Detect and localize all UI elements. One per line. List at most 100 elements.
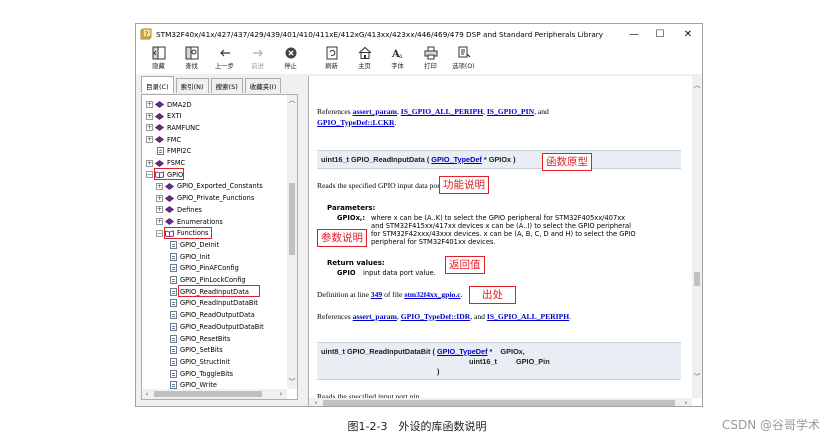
link-gpio-typedef[interactable]: GPIO_TypeDef [437,347,488,356]
tree-item-gpio-deinit[interactable]: GPIO_DeInit [170,239,219,250]
tree-item-gpio-write[interactable]: GPIO_Write [170,380,217,391]
tree-item-label: EXTI [167,112,182,121]
tab-contents[interactable]: 目录(C) [141,76,174,93]
tree-item-gpio-private-functions[interactable]: + GPIO_Private_Functions [156,193,254,204]
link-source-file[interactable]: stm32f4xx_gpio.c [404,290,460,299]
collapse-icon[interactable]: − [156,229,163,237]
expand-icon[interactable]: + [156,206,163,214]
scroll-left-arrow-icon[interactable]: ‹ [311,398,321,406]
hide-button[interactable]: 隐藏 [142,44,175,72]
scroll-thumb[interactable] [154,391,262,397]
expand-icon[interactable]: + [156,218,163,225]
scroll-thumb[interactable] [694,272,700,286]
close-button[interactable]: ✕ [674,24,702,44]
scroll-left-arrow-icon[interactable]: ‹ [142,389,152,399]
minimize-button[interactable]: — [620,24,648,44]
title-bar: ? STM32F40x/41x/427/437/429/439/401/410/… [136,24,702,44]
link-gpio-typedef-lckr[interactable]: GPIO_TypeDef::LCKR [317,118,394,127]
figure-caption: 图1-2-3 外设的库函数说明 [347,420,487,433]
scroll-down-arrow-icon[interactable]: ﹀ [287,377,297,387]
stop-button[interactable]: 停止 [274,44,307,72]
expand-icon[interactable]: + [156,194,163,202]
tree-item-gpio-setbits[interactable]: GPIO_SetBits [170,345,223,356]
period: . [569,312,572,321]
link-assert-param[interactable]: assert_param [353,107,397,116]
scroll-thumb[interactable] [289,183,295,255]
expand-icon[interactable]: + [146,124,153,132]
definition-mid: of file [382,290,405,299]
scroll-down-arrow-icon[interactable]: ﹀ [692,372,702,382]
tree-vertical-scrollbar[interactable]: ︿ ﹀ [287,95,297,389]
contents-tree: ︿ ﹀ ‹ › + DMA2D + EXTI + RAMFUNC + FMC FMPI2C + FS… [141,94,298,400]
tree-item-defines[interactable]: + Defines [156,204,202,215]
content-horizontal-scrollbar[interactable]: ‹ › [309,398,692,406]
link-gpio-typedef-idr[interactable]: GPIO_TypeDef::IDR [401,312,470,321]
maximize-button[interactable]: ☐ [646,24,674,44]
tree-item-label: GPIO_DeInit [180,240,220,249]
tree-item-exti[interactable]: + EXTI [146,111,182,122]
tree-item-label: FMPI2C [167,147,192,156]
book-icon [155,112,164,120]
refresh-icon [326,46,337,60]
scroll-up-arrow-icon[interactable]: ︿ [692,80,702,90]
tree-item-dma2d[interactable]: + DMA2D [146,99,192,110]
forward-button[interactable]: 前进 [241,44,274,72]
scroll-thumb[interactable] [323,400,675,406]
tree-item-gpio-readoutputdata[interactable]: GPIO_ReadOutputData [170,310,255,321]
annotation-parameters: 参数说明 [317,229,367,247]
tree-item-enumerations[interactable]: + Enumerations [156,216,223,227]
home-button[interactable]: 主页 [348,44,381,72]
print-button[interactable]: 打印 [414,44,447,72]
tree-item-gpio-exported-constants[interactable]: + GPIO_Exported_Constants [156,181,263,192]
topic-page-icon [170,381,177,390]
parameter-line-3: for STM32F42xxx/43xxx devices. x can be … [371,230,636,238]
tree-item-fmpi2c[interactable]: FMPI2C [146,146,191,157]
tab-favorites[interactable]: 收藏夹(I) [244,78,282,93]
tree-item-gpio-pinafconfig[interactable]: GPIO_PinAFConfig [170,263,239,274]
tree-item-gpio-togglebits[interactable]: GPIO_ToggleBits [170,368,233,379]
tree-item-ramfunc[interactable]: + RAMFUNC [146,122,200,133]
link-line-number[interactable]: 349 [371,290,382,299]
tab-index[interactable]: 索引(N) [175,78,209,93]
annotation-prototype: 函数原型 [542,153,592,171]
back-button[interactable]: 上一步 [208,44,241,72]
tree-item-gpio-init[interactable]: GPIO_Init [170,251,210,262]
refresh-button[interactable]: 刷新 [315,44,348,72]
tree-item-fmc[interactable]: + FMC [146,134,181,145]
topic-page-icon [170,357,177,366]
collapse-icon[interactable]: − [146,171,153,179]
options-button[interactable]: 选项(O) [447,44,480,72]
tab-search[interactable]: 搜索(S) [210,78,243,93]
scroll-right-arrow-icon[interactable]: › [276,389,286,399]
expand-icon[interactable]: + [146,136,153,144]
scroll-up-arrow-icon[interactable]: ︿ [287,95,297,105]
tree-item-functions[interactable]: − Functions [156,228,208,239]
tree-item-gpio-resetbits[interactable]: GPIO_ResetBits [170,333,230,344]
tree-item-gpio-structinit[interactable]: GPIO_StructInit [170,356,230,367]
font-button[interactable]: Aa 字体 [381,44,414,72]
tree-item-gpio-pinlockconfig[interactable]: GPIO_PinLockConfig [170,275,246,286]
content-vertical-scrollbar[interactable]: ︿ ﹀ [692,76,702,398]
expand-icon[interactable]: + [146,159,153,167]
return-values-heading: Return values: [327,259,385,267]
tree-item-fsmc[interactable]: + FSMC [146,158,185,169]
scroll-right-arrow-icon[interactable]: › [681,398,691,406]
link-gpio-typedef[interactable]: GPIO_TypeDef [431,155,482,164]
find-button[interactable]: 查找 [175,44,208,72]
window-title: STM32F40x/41x/427/437/429/439/401/410/41… [156,29,604,39]
tree-item-gpio-readinputdatabit[interactable]: GPIO_ReadInputDataBit [170,298,258,309]
expand-icon[interactable]: + [156,182,163,190]
expand-icon[interactable]: + [146,101,153,108]
tree-item-gpio[interactable]: − GPIO [146,169,183,180]
tree-item-gpio-readoutputdatabit[interactable]: GPIO_ReadOutputDataBit [170,321,264,332]
link-assert-param[interactable]: assert_param [353,312,397,321]
link-is-gpio-all-periph[interactable]: IS_GPIO_ALL_PERIPH [487,312,569,321]
tree-item-gpio-readinputdata[interactable]: GPIO_ReadInputData [170,286,249,297]
expand-icon[interactable]: + [146,112,153,120]
annotation-description: 功能说明 [439,176,489,194]
references-label: References [317,312,353,321]
topic-page-icon [170,311,177,320]
link-is-gpio-pin[interactable]: IS_GPIO_PIN [487,107,534,116]
link-is-gpio-all-periph[interactable]: IS_GPIO_ALL_PERIPH [401,107,483,116]
forward-label: 前进 [251,63,264,70]
